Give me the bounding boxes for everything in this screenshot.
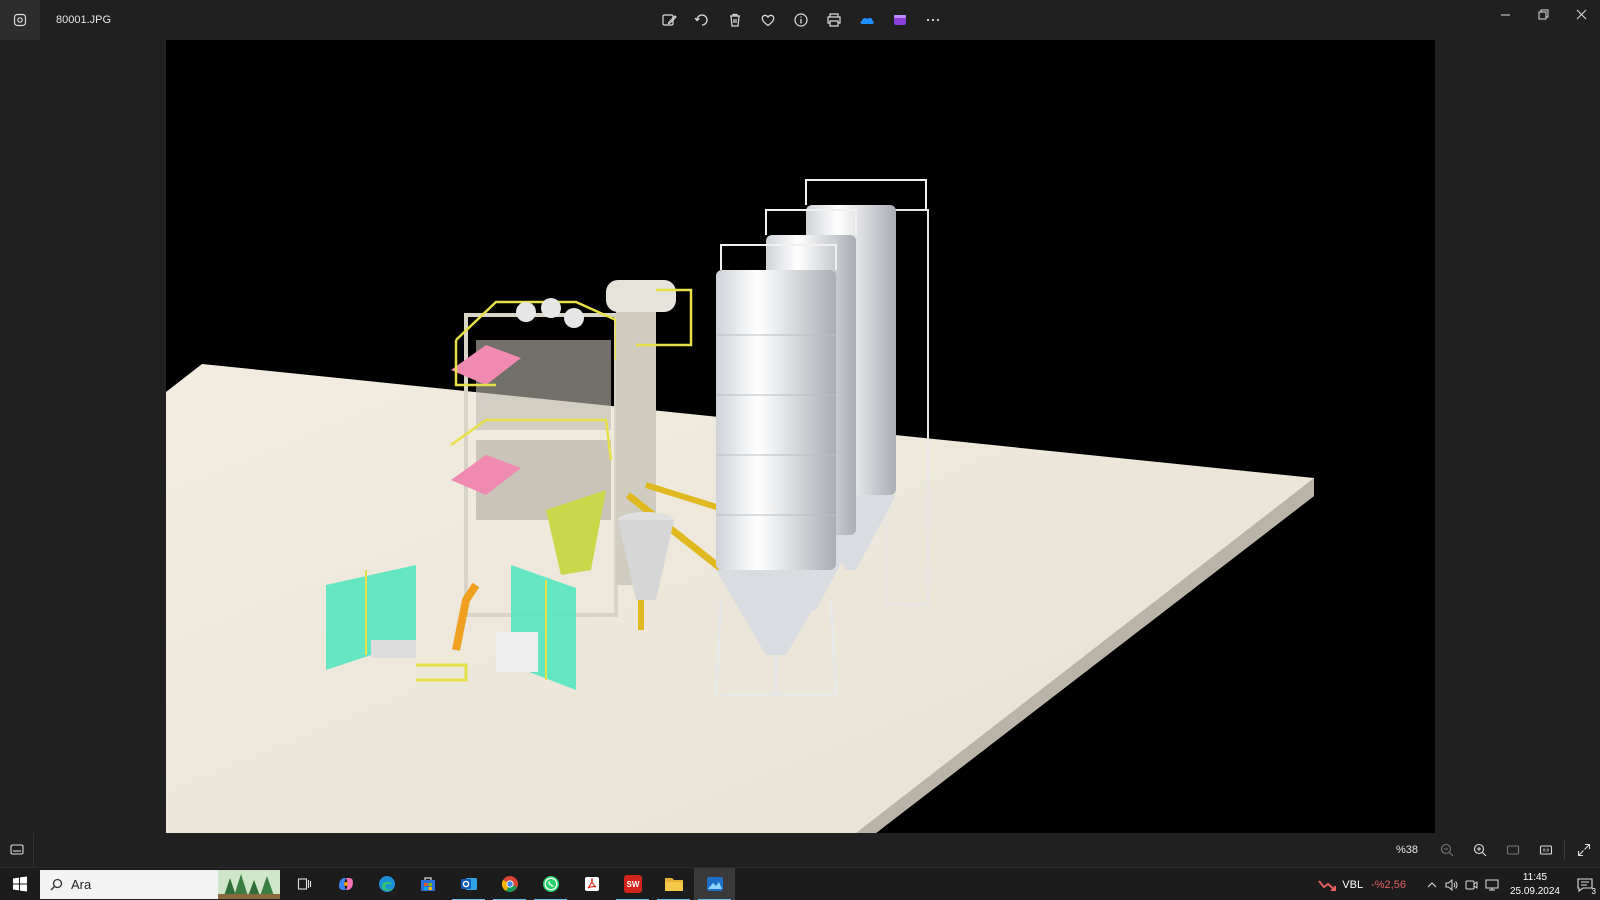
print-button[interactable] [817,0,850,40]
stock-widget[interactable]: VBL -%2,56 [1318,878,1406,892]
meet-now-icon [1465,880,1478,889]
viewer-status-bar: %38 [0,833,1600,867]
photos-icon[interactable] [0,0,40,40]
photos-app-icon [706,877,723,891]
filmstrip-toggle[interactable] [0,833,34,867]
system-tray: VBL -%2,56 11:45 25.09.2024 3 [1318,868,1600,900]
zoom-controls: %38 [1396,833,1600,867]
windows-taskbar: Ara SW VBL -%2,56 11:45 25.09.2024 3 [0,867,1600,900]
restore-button[interactable] [1524,0,1562,28]
windows-logo-icon [13,876,27,892]
chevron-up-icon [1427,881,1437,887]
taskbar-photos[interactable] [694,867,735,900]
rotate-button[interactable] [685,0,718,40]
search-icon [50,878,63,890]
delete-button[interactable] [718,0,751,40]
taskbar-whatsapp[interactable] [530,868,571,900]
zoom-out-icon [1440,843,1453,857]
fit-to-window-button[interactable] [1496,833,1529,867]
volume-icon [1445,878,1458,891]
meet-now-button[interactable] [1462,868,1482,900]
taskbar-clock[interactable]: 11:45 25.09.2024 [1510,871,1560,899]
minimize-icon [1500,14,1510,15]
zoom-level: %38 [1395,844,1418,856]
stock-trend-icon [1318,879,1337,891]
more-options-button[interactable] [916,0,949,40]
info-icon [793,13,808,27]
show-hidden-icons-button[interactable] [1422,868,1442,900]
window-controls [1486,0,1600,28]
title-bar: 80001.JPG [0,0,1600,40]
edge-icon [378,876,395,892]
taskbar-edge[interactable] [366,868,407,900]
taskbar-copilot[interactable] [325,868,366,900]
zoom-in-icon [1473,843,1486,857]
edit-image-icon [661,14,677,26]
fullscreen-icon [1577,843,1590,857]
image-toolbar [652,0,949,40]
taskbar-chrome[interactable] [489,868,530,900]
image-viewer[interactable] [0,40,1600,833]
close-button[interactable] [1562,0,1600,28]
taskbar-outlook[interactable] [448,868,489,900]
status-divider [1564,840,1565,860]
search-placeholder: Ara [71,876,92,892]
photos-app-window: 80001.JPG %38 Ara SW VBL -%2,56 11:45 25… [0,0,1600,900]
edit-image-button[interactable] [652,0,685,40]
clock-date: 25.09.2024 [1509,885,1560,897]
search-highlight-illustration [218,869,280,899]
folder-icon [664,878,683,891]
rotate-icon [693,14,708,26]
taskbar-acrobat[interactable] [571,868,612,900]
taskbar-store[interactable] [407,868,448,900]
minimize-button[interactable] [1486,0,1524,28]
filmstrip-icon [9,844,24,855]
solidworks-icon: SW [623,875,642,893]
delete-icon [729,13,740,27]
displayed-photo[interactable] [166,40,1435,833]
clipchamp-icon [893,15,906,25]
actual-size-button[interactable] [1529,833,1562,867]
start-button[interactable] [0,868,40,900]
print-icon [826,13,841,27]
onedrive-button[interactable] [850,0,883,40]
taskbar-task-view[interactable] [284,868,325,900]
stock-symbol: VBL [1342,878,1364,891]
solidworks-label: SW [626,880,639,889]
zoom-in-button[interactable] [1463,833,1496,867]
taskbar-search[interactable]: Ara [40,869,280,899]
outlook-icon [460,878,477,890]
clock-time: 11:45 [1522,871,1548,883]
task-view-icon [297,878,311,890]
taskbar-solidworks[interactable]: SW [612,868,653,900]
whatsapp-icon [542,876,559,892]
store-icon [420,877,435,891]
acrobat-icon [584,877,599,891]
restore-icon [1538,9,1548,19]
onedrive-icon [860,17,874,24]
actual-size-icon [1539,845,1552,855]
file-name-title: 80001.JPG [56,14,112,26]
chrome-icon [501,876,518,892]
stock-change: -%2,56 [1371,878,1406,891]
notification-center-button[interactable]: 3 [1570,868,1600,900]
plant-render-image [166,179,1314,833]
fit-window-icon [1506,845,1519,855]
info-button[interactable] [784,0,817,40]
notification-count: 3 [1591,887,1596,896]
more-icon [926,18,939,22]
copilot-icon [338,878,353,890]
network-button[interactable] [1482,868,1502,900]
pinned-apps: SW [284,867,735,900]
taskbar-file-explorer[interactable] [653,868,694,900]
volume-button[interactable] [1442,868,1462,900]
favorite-button[interactable] [751,0,784,40]
zoom-out-button[interactable] [1430,833,1463,867]
clipchamp-button[interactable] [883,0,916,40]
close-icon [1576,9,1586,19]
network-icon [1485,879,1499,890]
favorite-icon [761,14,774,27]
fullscreen-button[interactable] [1567,833,1600,867]
